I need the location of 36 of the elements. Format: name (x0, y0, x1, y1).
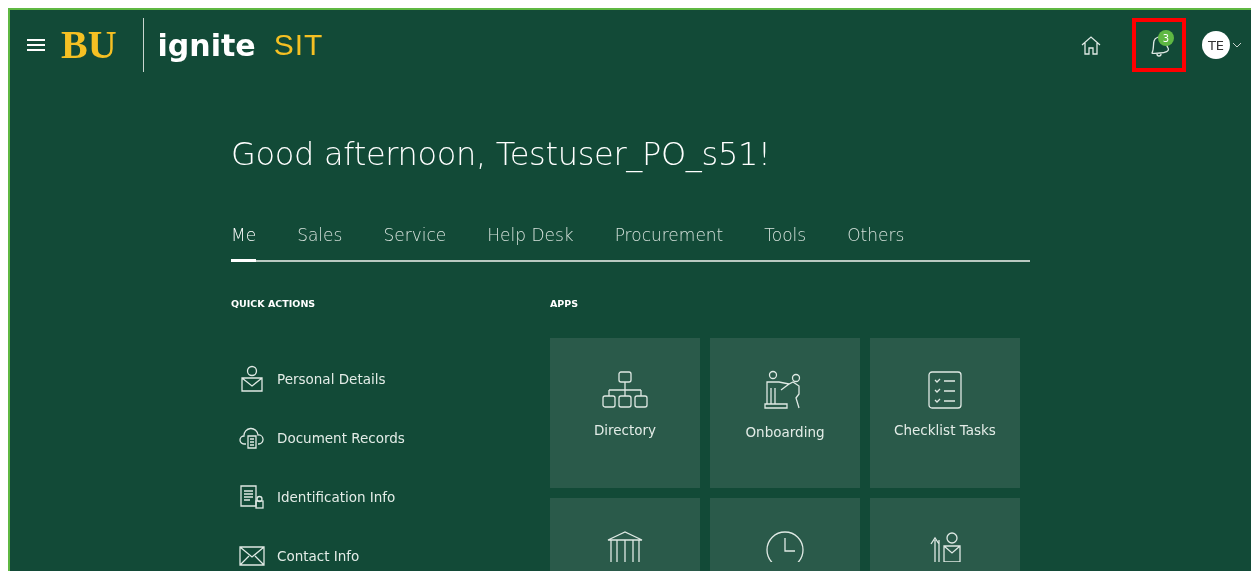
quick-action-link[interactable]: Personal Details (277, 370, 386, 387)
home-icon[interactable] (1080, 35, 1102, 55)
checklist-icon (927, 370, 963, 410)
tab[interactable]: Tools (764, 225, 807, 262)
tab[interactable]: Help Desk (487, 225, 574, 262)
quick-action-link[interactable]: Identification Info (277, 488, 396, 505)
quick-action-link[interactable]: Contact Info (277, 547, 360, 564)
caret-icon[interactable] (1233, 42, 1241, 48)
app-tile[interactable]: Onboarding (710, 338, 860, 488)
building-icon (605, 530, 645, 562)
menu-icon[interactable] (27, 38, 45, 52)
document-lock-icon (238, 483, 265, 510)
university-logo: BU (61, 25, 117, 65)
person-icon (239, 364, 264, 393)
clock-icon (765, 530, 805, 562)
tile-label: Checklist Tasks (894, 422, 996, 438)
greeting-heading: Good afternoon, Testuser_PO_s51! (231, 135, 772, 173)
section-heading: APPS (550, 298, 580, 309)
app-name: ignite (157, 27, 256, 63)
environment-label: SIT (273, 28, 324, 62)
user-avatar[interactable]: TE (1202, 31, 1230, 59)
notification-badge: 3 (1158, 30, 1174, 46)
tab[interactable]: Service (383, 225, 447, 262)
app-tile[interactable]: Checklist Tasks (870, 338, 1020, 488)
quick-action-link[interactable]: Document Records (277, 429, 405, 446)
cloud-document-icon (238, 425, 265, 450)
tab[interactable]: Procurement (614, 225, 724, 262)
tile-label: Directory (593, 422, 657, 438)
tile-label: Onboarding (745, 424, 825, 440)
app-tile[interactable]: Directory (550, 338, 700, 488)
org-chart-icon (601, 370, 649, 410)
tab[interactable]: Others (847, 225, 905, 262)
section-heading: QUICK ACTIONS (231, 298, 317, 309)
tab[interactable]: Sales (297, 225, 343, 262)
envelope-icon (238, 545, 265, 566)
tab[interactable]: Me (231, 225, 257, 262)
